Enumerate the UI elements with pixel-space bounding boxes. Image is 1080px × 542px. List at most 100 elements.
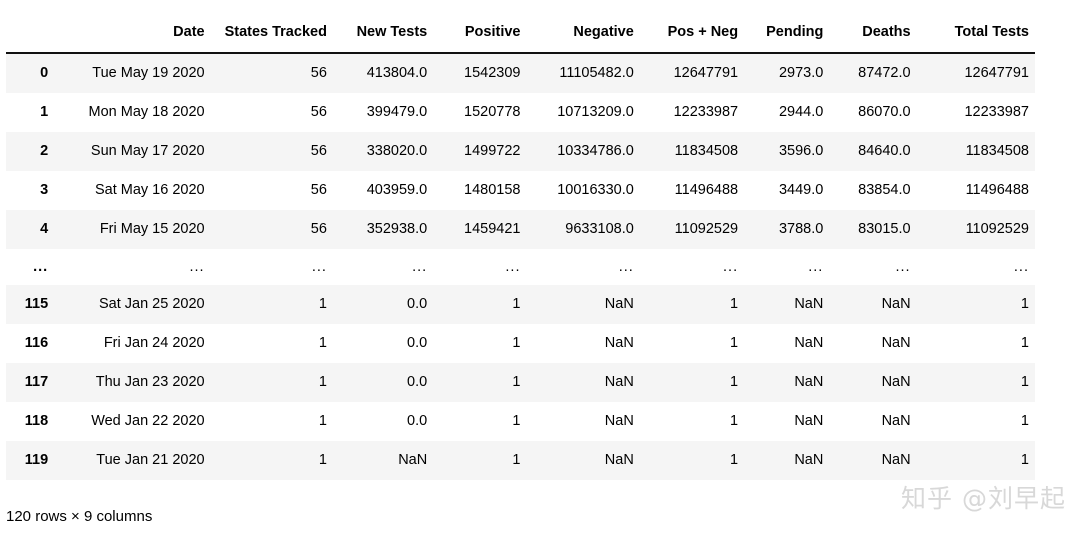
dataframe-table: Date States Tracked New Tests Positive N… [6, 14, 1035, 480]
table-cell: Tue Jan 21 2020 [60, 441, 211, 480]
table-cell: ... [332, 249, 434, 285]
column-header-pos-plus-neg: Pos + Neg [639, 14, 745, 54]
table-cell: 1 [210, 402, 333, 441]
table-cell: 3449.0 [744, 171, 830, 210]
table-cell: ... [526, 249, 640, 285]
header-row: Date States Tracked New Tests Positive N… [6, 14, 1035, 54]
table-cell: NaN [526, 363, 640, 402]
row-index-cell: ... [6, 249, 61, 285]
table-cell: 1 [916, 441, 1035, 480]
table-cell: NaN [744, 402, 830, 441]
table-cell: Tue May 19 2020 [60, 53, 211, 93]
table-cell: NaN [829, 363, 917, 402]
table-cell: 56 [210, 93, 333, 132]
table-cell: 1480158 [433, 171, 527, 210]
table-cell: 11834508 [916, 132, 1035, 171]
table-cell: Thu Jan 23 2020 [60, 363, 211, 402]
table-cell: 0.0 [332, 285, 434, 324]
table-header: Date States Tracked New Tests Positive N… [6, 14, 1035, 54]
table-row: 2 Sun May 17 2020 56 338020.0 1499722 1033478… [6, 132, 1035, 171]
table-cell: ... [829, 249, 917, 285]
table-cell: Sat May 16 2020 [60, 171, 211, 210]
table-cell: 3596.0 [744, 132, 830, 171]
table-cell: 1 [916, 402, 1035, 441]
row-index-cell: 116 [6, 324, 61, 363]
table-cell: 1 [210, 285, 333, 324]
table-cell: 1 [433, 441, 527, 480]
table-cell: 0.0 [332, 402, 434, 441]
dataframe-shape-label: 120 rows × 9 columns [6, 508, 153, 525]
column-header-states-tracked: States Tracked [210, 14, 333, 54]
table-cell: NaN [829, 402, 917, 441]
table-cell: NaN [526, 324, 640, 363]
table-cell: 12233987 [639, 93, 745, 132]
table-cell: 3788.0 [744, 210, 830, 249]
row-index-cell: 119 [6, 441, 61, 480]
table-cell: NaN [526, 285, 640, 324]
table-row: 0 Tue May 19 2020 56 413804.0 1542309 1110548… [6, 53, 1035, 93]
table-cell: 12647791 [639, 53, 745, 93]
table-cell: 56 [210, 171, 333, 210]
table-cell: 1459421 [433, 210, 527, 249]
zhihu-watermark: 知乎 @刘早起 [901, 484, 1066, 513]
table-cell: 399479.0 [332, 93, 434, 132]
table-cell: 56 [210, 53, 333, 93]
index-column-header [6, 14, 61, 54]
table-cell: 1 [210, 324, 333, 363]
table-cell: NaN [332, 441, 434, 480]
table-cell: 2944.0 [744, 93, 830, 132]
table-cell: 10016330.0 [526, 171, 640, 210]
table-cell: ... [60, 249, 211, 285]
table-cell: 1 [639, 441, 745, 480]
row-index-cell: 115 [6, 285, 61, 324]
table-cell: 1499722 [433, 132, 527, 171]
table-row: 1 Mon May 18 2020 56 399479.0 1520778 1071320… [6, 93, 1035, 132]
table-cell: 338020.0 [332, 132, 434, 171]
table-cell: 1 [433, 363, 527, 402]
table-cell: 1 [916, 285, 1035, 324]
row-index-cell: 1 [6, 93, 61, 132]
table-cell: 11834508 [639, 132, 745, 171]
table-cell: 1 [433, 285, 527, 324]
column-header-new-tests: New Tests [332, 14, 434, 54]
table-cell: 9633108.0 [526, 210, 640, 249]
table-cell: ... [210, 249, 333, 285]
table-cell: 1 [433, 402, 527, 441]
table-cell: 1 [210, 363, 333, 402]
table-cell: NaN [744, 285, 830, 324]
table-cell: 10713209.0 [526, 93, 640, 132]
row-index-cell: 3 [6, 171, 61, 210]
table-cell: 11496488 [639, 171, 745, 210]
table-cell: 413804.0 [332, 53, 434, 93]
table-cell: 11092529 [916, 210, 1035, 249]
row-index-cell: 4 [6, 210, 61, 249]
table-cell: 1 [639, 324, 745, 363]
table-cell: 1 [916, 324, 1035, 363]
table-cell: NaN [526, 402, 640, 441]
dataframe-output-panel: Date States Tracked New Tests Positive N… [0, 0, 1080, 542]
table-cell: ... [916, 249, 1035, 285]
column-header-negative: Negative [526, 14, 640, 54]
table-cell: Fri Jan 24 2020 [60, 324, 211, 363]
table-cell: 403959.0 [332, 171, 434, 210]
table-row: 116 Fri Jan 24 2020 1 0.0 1 NaN 1 NaN NaN 1 [6, 324, 1035, 363]
table-row: 4 Fri May 15 2020 56 352938.0 1459421 9633108… [6, 210, 1035, 249]
row-index-cell: 0 [6, 53, 61, 93]
column-header-date: Date [60, 14, 211, 54]
table-cell: ... [433, 249, 527, 285]
table-cell: NaN [829, 285, 917, 324]
table-cell: 11105482.0 [526, 53, 640, 93]
table-cell: ... [744, 249, 830, 285]
table-cell: NaN [526, 441, 640, 480]
column-header-positive: Positive [433, 14, 527, 54]
table-cell: 84640.0 [829, 132, 917, 171]
table-cell: 1 [433, 324, 527, 363]
table-cell: Mon May 18 2020 [60, 93, 211, 132]
table-cell: 11092529 [639, 210, 745, 249]
table-cell: 12233987 [916, 93, 1035, 132]
table-body: 0 Tue May 19 2020 56 413804.0 1542309 1110548… [6, 53, 1035, 480]
table-cell: 0.0 [332, 363, 434, 402]
row-index-cell: 2 [6, 132, 61, 171]
table-cell: Fri May 15 2020 [60, 210, 211, 249]
table-cell: 12647791 [916, 53, 1035, 93]
